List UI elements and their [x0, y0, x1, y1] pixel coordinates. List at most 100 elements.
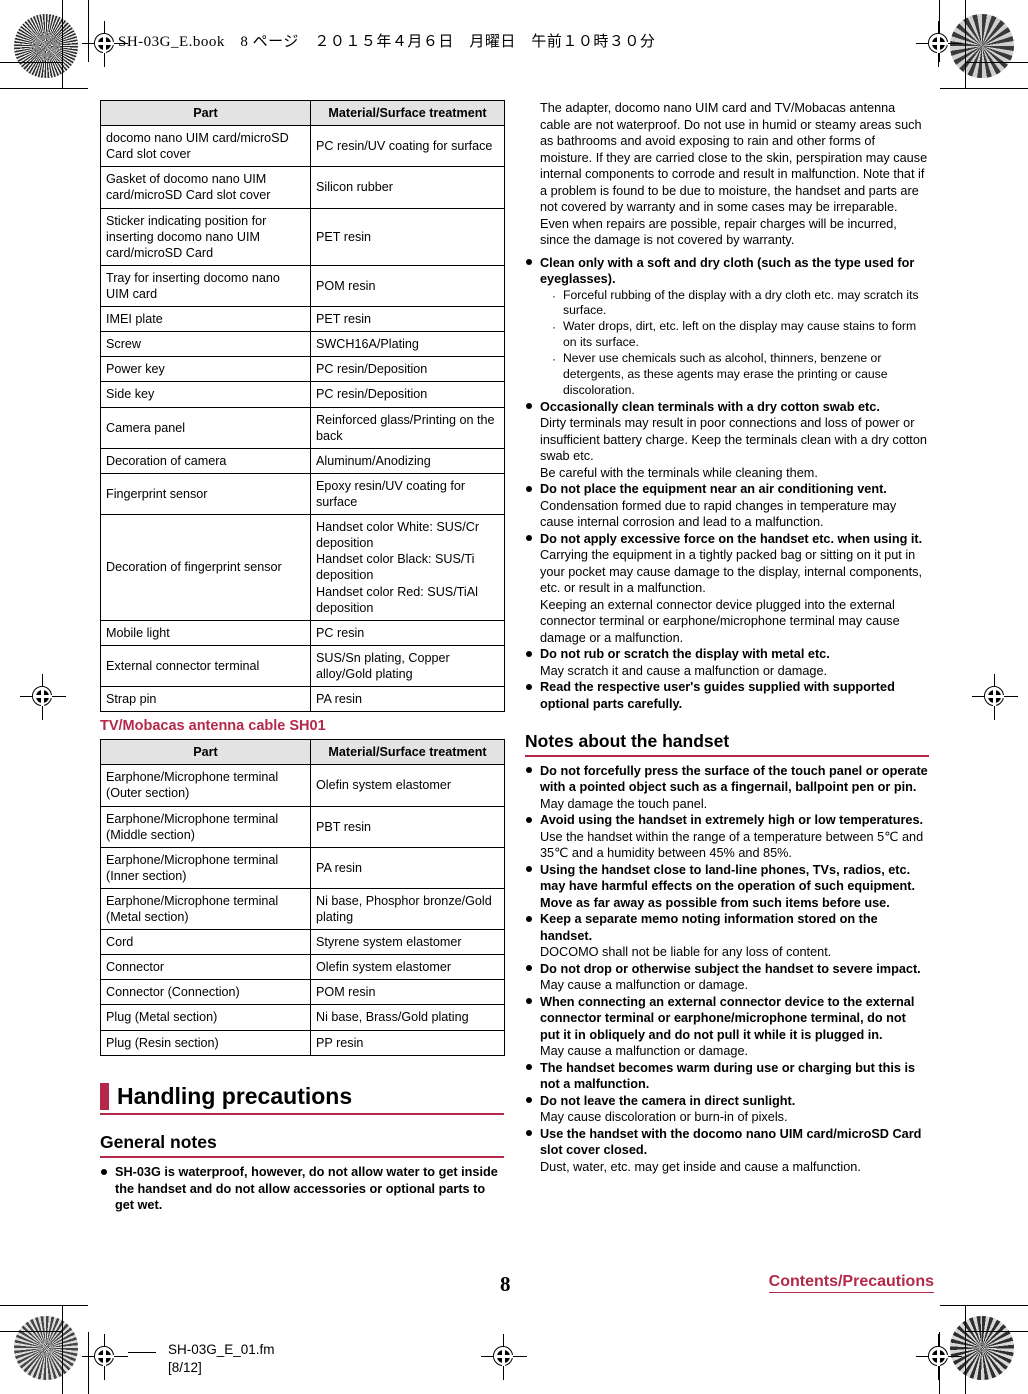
- middot-icon: ·: [552, 288, 556, 303]
- table-row: Connector (Connection) POM resin: [100, 979, 505, 1006]
- cell-material: PC resin/Deposition: [310, 356, 505, 383]
- notes-about-handset-list: Do not forcefully press the surface of t…: [525, 763, 929, 1176]
- source-file-name: SH-03G_E_01.fm: [168, 1342, 275, 1357]
- table-row: Plug (Metal section) Ni base, Brass/Gold …: [100, 1004, 505, 1031]
- cell-material: PP resin: [310, 1029, 505, 1056]
- table-row: External connector terminal SUS/Sn platin…: [100, 644, 505, 688]
- cell-part: External connector terminal: [100, 644, 311, 688]
- precaution-note: Condensation formed due to rapid changes…: [540, 498, 897, 530]
- cell-part: Connector (Connection): [100, 979, 311, 1006]
- column-header-material: Material/Surface treatment: [310, 99, 505, 127]
- footer-dash: [128, 1352, 156, 1354]
- precaution-note: DOCOMO shall not be liable for any loss …: [540, 945, 832, 960]
- cell-part: docomo nano UIM card/microSD Card slot c…: [100, 125, 311, 168]
- cell-material: Handset color White: SUS/Cr deposition Ha…: [310, 514, 505, 621]
- precaution-note: May cause a malfunction or damage.: [540, 1044, 749, 1059]
- precaution-note: Dirty terminals may result in poor conne…: [540, 416, 927, 464]
- subsection-title: General notes: [100, 1132, 217, 1153]
- precaution-sub-item: · Water drops, dirt, etc. left on the dis…: [552, 319, 917, 350]
- precaution-item: Use the handset with the docomo nano UIM…: [525, 1126, 929, 1176]
- breadcrumb[interactable]: Contents/Precautions: [768, 1273, 934, 1293]
- precaution-title: Do not drop or otherwise subject the han…: [540, 961, 921, 976]
- bullet-icon: [526, 259, 532, 265]
- cell-material: PC resin: [310, 619, 505, 646]
- precaution-title: When connecting an external connector de…: [540, 994, 915, 1042]
- right-column: The adapter, docomo nano UIM card and TV…: [525, 100, 929, 1175]
- cell-part: Earphone/Microphone terminal (Middle sec…: [100, 805, 311, 848]
- cell-part: Screw: [100, 331, 311, 358]
- bullet-icon: [526, 866, 532, 873]
- precaution-title: Read the respective user's guides suppli…: [540, 680, 895, 711]
- precaution-item: The handset becomes warm during use or c…: [525, 1060, 929, 1093]
- precaution-title: Use the handset with the docomo nano UIM…: [540, 1126, 922, 1158]
- precaution-title: Do not place the equipment near an air c…: [540, 482, 887, 497]
- general-notes-list: SH-03G is waterproof, however, do not al…: [100, 1164, 504, 1214]
- page-number: 8: [500, 1272, 511, 1296]
- precaution-sub-item: · Never use chemicals such as alcohol, th…: [552, 350, 888, 397]
- cell-part: Connector: [100, 954, 311, 981]
- general-notes-heading: General notes: [100, 1131, 504, 1159]
- notes-about-handset-heading: Notes about the handset: [525, 730, 929, 757]
- section-title: Handling precautions: [117, 1082, 353, 1109]
- middot-icon: ·: [552, 320, 556, 335]
- cable-materials-table: Part Material/Surface treatment Earphone…: [100, 739, 505, 1056]
- cell-material: Silicon rubber: [310, 166, 505, 209]
- bullet-icon: [526, 998, 532, 1005]
- precaution-item: Do not apply excessive force on the hand…: [525, 531, 929, 647]
- precaution-note: Keeping an external connector device plu…: [540, 597, 900, 645]
- table-row: Tray for inserting docomo nano UIM card P…: [100, 264, 505, 308]
- table-row: Decoration of camera Aluminum/Anodizing: [100, 447, 505, 474]
- bullet-icon: [526, 1097, 532, 1104]
- bullet-icon: [101, 1168, 107, 1175]
- cell-material: Olefin system elastomer: [310, 954, 505, 981]
- table-row: Earphone/Microphone terminal (Middle sec…: [100, 805, 505, 848]
- precaution-item: Do not forcefully press the surface of t…: [525, 763, 929, 813]
- bullet-icon: [526, 1064, 532, 1071]
- cell-material: POM resin: [310, 264, 505, 308]
- cell-part: Power key: [100, 356, 311, 383]
- cell-material: SWCH16A/Plating: [310, 331, 505, 358]
- cell-part: Decoration of camera: [100, 447, 311, 474]
- precaution-title: Do not rub or scratch the display with m…: [540, 647, 830, 662]
- precaution-title: Do not forcefully press the surface of t…: [540, 763, 928, 795]
- table-row: Mobile light PC resin: [100, 619, 505, 646]
- cell-part: Fingerprint sensor: [100, 472, 311, 516]
- bullet-icon: [526, 535, 532, 542]
- precaution-note: May damage the touch panel.: [540, 796, 708, 811]
- precaution-item: Do not place the equipment near an air c…: [525, 481, 929, 531]
- precaution-item: Occasionally clean terminals with a dry …: [525, 399, 929, 482]
- middot-icon: ·: [552, 351, 556, 366]
- handling-precautions-list: Clean only with a soft and dry cloth (su…: [525, 255, 929, 713]
- cell-material: PA resin: [310, 846, 505, 889]
- page-body: Part Material/Surface treatment docomo n…: [0, 0, 1028, 1394]
- cell-part: Sticker indicating position for insertin…: [100, 207, 311, 266]
- table-row: Gasket of docomo nano UIM card/microSD C…: [100, 166, 505, 209]
- bullet-icon: [526, 915, 532, 922]
- table-row: Screw SWCH16A/Plating: [100, 331, 505, 358]
- precaution-title: Do not apply excessive force on the hand…: [540, 531, 923, 546]
- cell-part: IMEI plate: [100, 306, 311, 333]
- precaution-note: May cause discoloration or burn-in of pi…: [540, 1110, 788, 1125]
- source-file-label: SH-03G_E_01.fm [8/12]: [168, 1341, 275, 1377]
- cell-material: PC resin/UV coating for surface: [310, 125, 505, 168]
- cell-part: Strap pin: [100, 686, 311, 713]
- table-header-row: Part Material/Surface treatment: [100, 739, 505, 766]
- precaution-note: Carrying the equipment in a tightly pack…: [540, 548, 923, 596]
- handling-precautions-heading: Handling precautions: [100, 1082, 504, 1116]
- heading-accent-bar: [100, 1082, 109, 1110]
- table-row: Cord Styrene system elastomer: [100, 929, 505, 956]
- precaution-title: Using the handset close to land-line pho…: [540, 862, 916, 910]
- table-row: Power key PC resin/Deposition: [100, 356, 505, 383]
- bullet-icon: [526, 403, 532, 410]
- precaution-item: When connecting an external connector de…: [525, 994, 929, 1060]
- precaution-item: Do not leave the camera in direct sunlig…: [525, 1093, 929, 1126]
- table-row: Side key PC resin/Deposition: [100, 381, 505, 408]
- bullet-icon: [526, 965, 532, 972]
- cell-material: Reinforced glass/Printing on the back: [310, 406, 505, 449]
- table-row: Connector Olefin system elastomer: [100, 954, 505, 981]
- table-row: Camera panel Reinforced glass/Printing on…: [100, 406, 505, 449]
- table-header-row: Part Material/Surface treatment: [100, 99, 505, 127]
- precaution-item: Clean only with a soft and dry cloth (su…: [525, 255, 929, 399]
- table-row: Earphone/Microphone terminal (Outer sect…: [100, 764, 505, 807]
- cell-material: SUS/Sn plating, Copper alloy/Gold platin…: [310, 644, 505, 688]
